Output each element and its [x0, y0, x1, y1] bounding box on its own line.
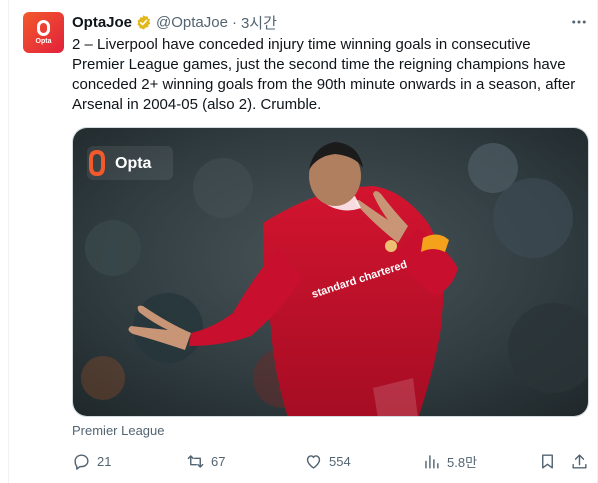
share-button[interactable]: [570, 450, 589, 472]
avatar-label: Opta: [35, 37, 52, 45]
like-button[interactable]: 554: [304, 450, 351, 472]
opta-watermark: Opta: [87, 146, 173, 180]
tweet-text: 2 – Liverpool have conceded injury time …: [72, 36, 576, 113]
retweet-icon: [187, 454, 204, 468]
player-photo: standard chartered Opta: [73, 128, 588, 416]
author-name[interactable]: OptaJoe: [72, 14, 132, 31]
verified-badge-icon: [137, 14, 151, 30]
tweet-actions: 21 67 554 5.8만: [72, 450, 592, 472]
like-icon: [306, 454, 321, 469]
bookmark-icon: [542, 453, 553, 469]
retweet-button[interactable]: 67: [186, 450, 225, 472]
reply-count: 21: [97, 453, 112, 469]
reply-button[interactable]: 21: [72, 450, 111, 472]
more-icon: [572, 20, 586, 24]
views-icon: [425, 454, 439, 469]
retweet-count: 67: [211, 453, 226, 469]
view-count: 5.8만: [447, 454, 478, 470]
bookmark-button[interactable]: [538, 450, 557, 472]
separator-dot: ·: [231, 13, 237, 31]
reply-icon: [74, 453, 89, 470]
opta-logo-icon: [37, 19, 50, 36]
share-icon: [572, 453, 587, 469]
more-options-button[interactable]: [568, 12, 590, 32]
timeline-border-left: [8, 0, 9, 483]
author-avatar[interactable]: Opta: [23, 12, 64, 53]
tweet-header: OptaJoe @OptaJoe · 3시간: [72, 12, 277, 32]
like-count: 554: [329, 453, 351, 469]
media-source-label[interactable]: Premier League: [72, 423, 165, 438]
tweet-photo[interactable]: standard chartered Opta: [72, 127, 589, 417]
tweet-timestamp[interactable]: 3시간: [241, 12, 277, 33]
author-handle[interactable]: @OptaJoe: [156, 14, 228, 31]
svg-text:Opta: Opta: [115, 155, 152, 172]
views-button[interactable]: 5.8만: [422, 450, 477, 472]
